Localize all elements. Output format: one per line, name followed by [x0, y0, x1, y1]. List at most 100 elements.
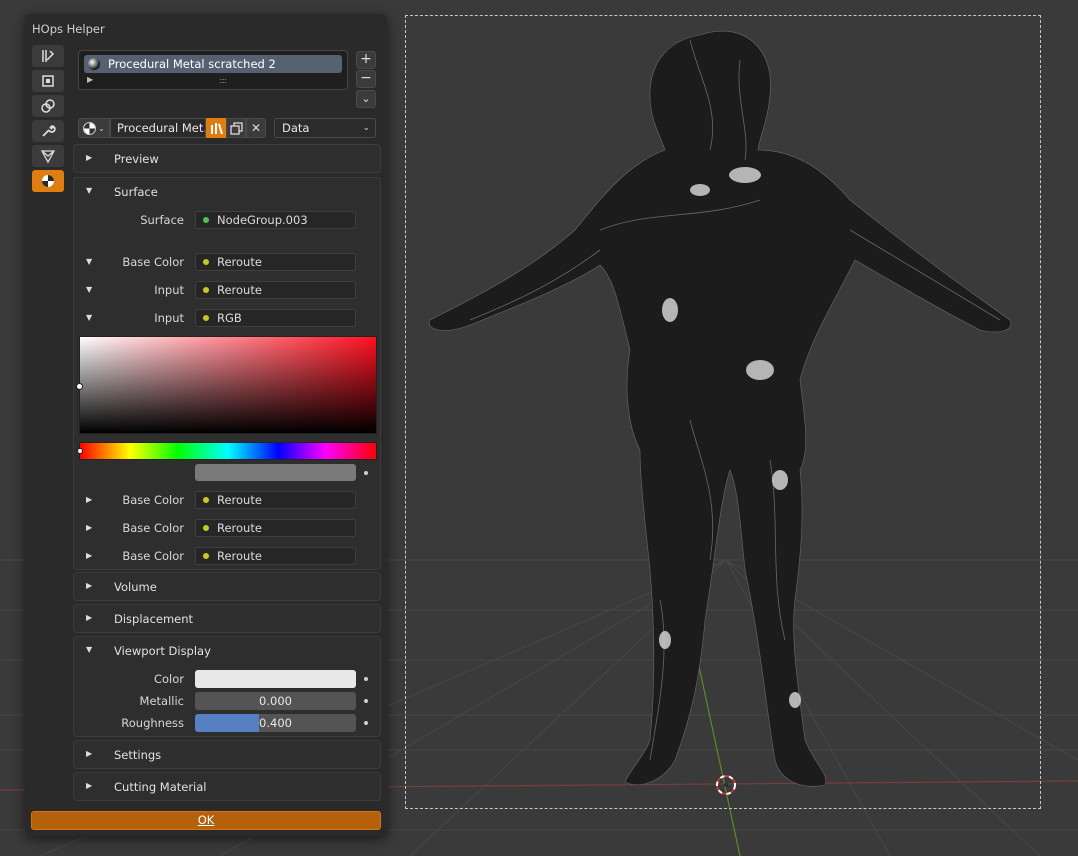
input-value: RGB	[217, 311, 242, 325]
input-label: Input	[154, 283, 184, 297]
tab-material[interactable]	[32, 170, 64, 192]
section-cutting-material: ▶ Cutting Material	[73, 772, 381, 801]
collapse-arrow-icon: ▼	[86, 645, 93, 654]
panel-title: HOps Helper	[32, 22, 105, 36]
material-slot-list: Procedural Metal scratched 2 ▶ ::::	[78, 50, 348, 90]
viewport-color-label: Color	[153, 672, 184, 686]
keyframe-dot-icon[interactable]	[364, 699, 368, 703]
tab-constraints[interactable]	[32, 95, 64, 117]
roughness-value: 0.400	[259, 716, 292, 730]
input-value: Reroute	[217, 549, 262, 563]
input-label: Base Color	[122, 521, 184, 535]
section-title: Surface	[114, 185, 158, 199]
list-resize-grip-icon[interactable]: ::::	[219, 76, 227, 85]
tab-data[interactable]	[32, 145, 64, 167]
color-socket-icon	[203, 525, 209, 531]
tab-tool[interactable]	[32, 45, 64, 67]
add-slot-button[interactable]: +	[356, 51, 376, 69]
mesh-data-icon	[40, 150, 56, 164]
material-name-field[interactable]: Procedural Met...	[110, 118, 206, 138]
metallic-slider[interactable]: 0.000	[195, 692, 356, 710]
tool-icon	[42, 50, 55, 62]
expand-arrow-icon[interactable]: ▶	[86, 523, 92, 532]
color-value-field[interactable]	[195, 464, 356, 481]
link-select-value: Data	[282, 121, 310, 135]
color-socket-icon	[203, 287, 209, 293]
input-value: Reroute	[217, 521, 262, 535]
color-picker-cursor[interactable]	[76, 383, 83, 390]
section-cutting-material-header[interactable]: ▶ Cutting Material	[74, 773, 380, 801]
section-preview: ▶ Preview	[73, 144, 381, 173]
chevron-down-icon: ⌄	[362, 123, 370, 133]
base-color-input-field[interactable]: Reroute	[195, 519, 356, 537]
collapse-arrow-icon: ▼	[86, 186, 93, 195]
input-label: Base Color	[122, 255, 184, 269]
input-label: Input	[154, 311, 184, 325]
shader-socket-icon	[203, 217, 209, 223]
browse-material-button[interactable]: ⌄	[78, 118, 110, 138]
input-value: Reroute	[217, 283, 262, 297]
remove-slot-button[interactable]: −	[356, 70, 376, 88]
tab-modifiers[interactable]	[32, 120, 64, 142]
hue-slider[interactable]	[77, 442, 377, 460]
expand-arrow-icon: ▶	[86, 781, 93, 790]
fake-user-icon	[211, 123, 223, 135]
constraints-icon	[41, 99, 55, 113]
ok-button[interactable]: OK	[31, 811, 381, 830]
camera-frame	[405, 15, 1041, 809]
slot-menu-button[interactable]: ⌄	[356, 90, 376, 108]
close-icon: ✕	[250, 121, 262, 135]
section-viewport-display-header[interactable]: ▼ Viewport Display	[74, 637, 380, 665]
section-volume: ▶ Volume	[73, 572, 381, 601]
rgb-input-field[interactable]: RGB	[195, 309, 356, 327]
base-color-input-field[interactable]: Reroute	[195, 253, 356, 271]
color-socket-icon	[203, 259, 209, 265]
keyframe-dot-icon[interactable]	[364, 721, 368, 725]
copy-icon	[229, 121, 243, 135]
metallic-value: 0.000	[259, 694, 292, 708]
section-settings: ▶ Settings	[73, 740, 381, 769]
duplicate-material-button[interactable]	[226, 118, 246, 138]
surface-shader-value: NodeGroup.003	[217, 213, 308, 227]
keyframe-dot-icon[interactable]	[364, 471, 368, 475]
collapse-arrow-icon[interactable]: ▼	[86, 257, 92, 266]
unlink-material-button[interactable]: ✕	[246, 118, 266, 138]
collapse-arrow-icon[interactable]: ▼	[86, 285, 92, 294]
keyframe-dot-icon[interactable]	[364, 677, 368, 681]
section-preview-header[interactable]: ▶ Preview	[74, 145, 380, 173]
expand-arrow-icon[interactable]: ▶	[86, 495, 92, 504]
metallic-label: Metallic	[139, 694, 184, 708]
hue-slider-handle[interactable]	[77, 448, 83, 454]
roughness-label: Roughness	[121, 716, 184, 730]
base-color-input-field[interactable]: Reroute	[195, 491, 356, 509]
material-slot-label: Procedural Metal scratched 2	[108, 57, 276, 71]
list-expand-icon[interactable]: ▶	[87, 75, 93, 84]
material-slot-item[interactable]: Procedural Metal scratched 2	[84, 55, 342, 73]
material-preview-icon	[83, 121, 97, 135]
expand-arrow-icon[interactable]: ▶	[86, 551, 92, 560]
section-displacement-header[interactable]: ▶ Displacement	[74, 605, 380, 633]
input-value: Reroute	[217, 493, 262, 507]
section-surface-header[interactable]: ▼ Surface	[74, 178, 380, 206]
surface-label: Surface	[140, 213, 184, 227]
saturation-value-picker[interactable]	[76, 336, 377, 434]
input-field[interactable]: Reroute	[195, 281, 356, 299]
input-label: Base Color	[122, 493, 184, 507]
expand-arrow-icon: ▶	[86, 749, 93, 758]
expand-arrow-icon: ▶	[86, 581, 93, 590]
tab-object[interactable]	[32, 70, 64, 92]
collapse-arrow-icon[interactable]: ▼	[86, 313, 92, 322]
base-color-input-field[interactable]: Reroute	[195, 547, 356, 565]
material-icon	[42, 175, 54, 187]
color-socket-icon	[203, 553, 209, 559]
color-socket-icon	[203, 497, 209, 503]
object-icon	[42, 75, 54, 87]
section-settings-header[interactable]: ▶ Settings	[74, 741, 380, 769]
roughness-slider[interactable]: 0.400	[195, 714, 356, 732]
expand-arrow-icon: ▶	[86, 613, 93, 622]
link-select[interactable]: Data ⌄	[274, 118, 376, 138]
viewport-color-swatch[interactable]	[195, 670, 356, 688]
surface-shader-field[interactable]: NodeGroup.003	[195, 211, 356, 229]
section-volume-header[interactable]: ▶ Volume	[74, 573, 380, 601]
fake-user-button[interactable]	[206, 118, 226, 138]
